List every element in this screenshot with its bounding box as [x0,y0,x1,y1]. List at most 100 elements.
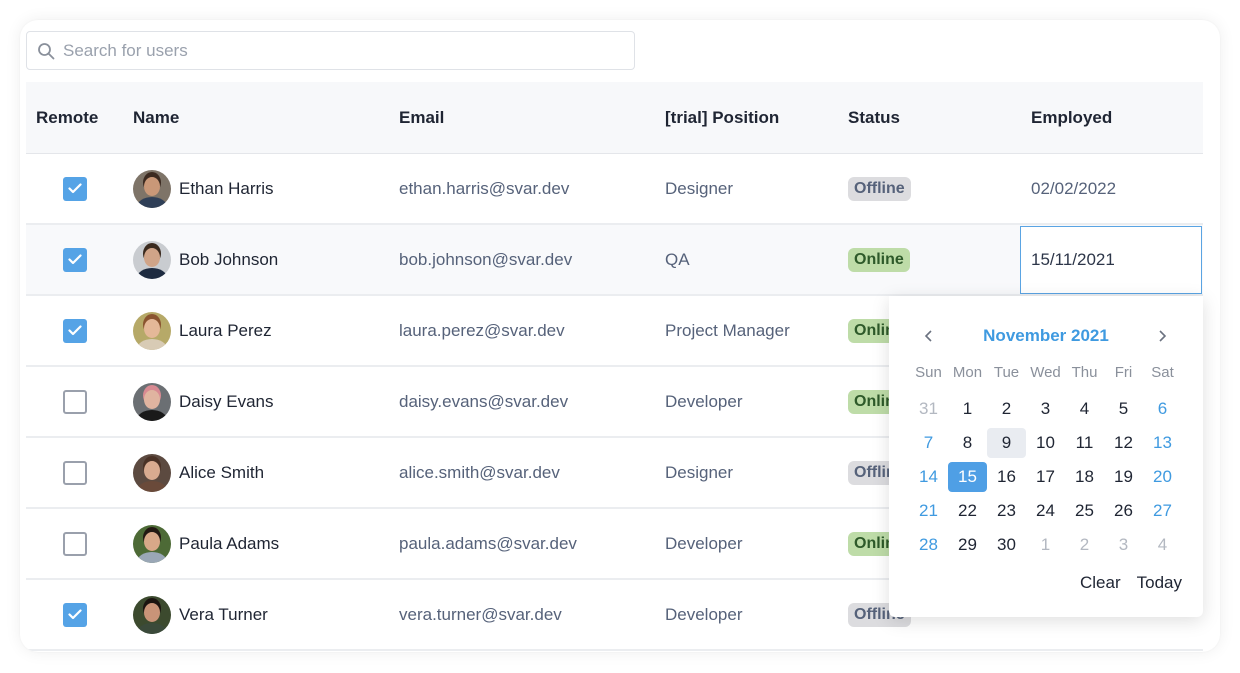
weekday-label: Fri [1114,364,1133,381]
calendar-day[interactable]: 25 [1065,496,1104,526]
cell-name[interactable]: Ethan Harris [123,154,389,223]
calendar-day[interactable]: 19 [1104,462,1143,492]
user-name: Bob Johnson [179,249,279,269]
calendar-day[interactable]: 17 [1026,462,1065,492]
cell-remote [26,296,123,365]
calendar-day[interactable]: 27 [1143,496,1182,526]
cell-email[interactable]: ethan.harris@svar.dev [389,154,655,223]
calendar-day[interactable]: 21 [909,496,948,526]
avatar [133,382,171,421]
weekday-label: Mon [952,364,983,381]
cell-status[interactable]: Offline [838,154,1021,223]
calendar-day[interactable]: 5 [1104,394,1143,424]
date-editor-input[interactable]: 15/11/2021 [1020,226,1202,294]
cell-remote [26,225,123,294]
cell-position[interactable]: Developer [655,509,838,578]
calendar-day[interactable]: 20 [1143,462,1182,492]
calendar-day[interactable]: 3 [1026,394,1065,424]
calendar-day[interactable]: 2 [1065,530,1104,560]
cell-position[interactable]: QA [655,225,838,294]
column-header-status[interactable]: Status [838,82,1021,153]
table-row[interactable]: Bob Johnson bob.johnson@svar.dev QA Onli… [26,225,1203,296]
chevron-right-icon[interactable] [1147,321,1177,351]
calendar-days: 31 1 2 3 4 5 6 7 8 9 10 11 12 13 14 15 16 17 18 19 20 21 22 23 2… [909,392,1182,562]
remote-checkbox[interactable] [62,602,87,627]
cell-name[interactable]: Paula Adams [123,509,389,578]
avatar [133,595,171,634]
date-picker-popup: November 2021 Sun Mon Tue Wed Thu Fri Sat 31 1 2… [889,296,1203,617]
cell-name[interactable]: Vera Turner [123,580,389,649]
cell-email[interactable]: bob.johnson@svar.dev [389,225,655,294]
checkmark-icon [67,254,82,265]
calendar-day[interactable]: 4 [1065,394,1104,424]
calendar-day[interactable]: 29 [948,530,987,560]
clear-button[interactable]: Clear [1080,573,1121,593]
remote-checkbox[interactable] [62,247,87,272]
remote-checkbox[interactable] [62,531,87,556]
calendar-day[interactable]: 1 [948,394,987,424]
cell-email[interactable]: paula.adams@svar.dev [389,509,655,578]
calendar-day[interactable]: 10 [1026,428,1065,458]
calendar-day[interactable]: 8 [948,428,987,458]
calendar-day[interactable]: 11 [1065,428,1104,458]
column-header-name[interactable]: Name [123,82,389,153]
calendar-day[interactable]: 4 [1143,530,1182,560]
cell-name[interactable]: Bob Johnson [123,225,389,294]
column-header-employed[interactable]: Employed [1021,82,1203,153]
calendar-day[interactable]: 6 [1143,394,1182,424]
cell-status[interactable]: Online [838,225,1021,294]
checkmark-icon [67,325,82,336]
cell-position[interactable]: Developer [655,580,838,649]
weekday-label: Thu [1071,364,1098,381]
calendar-day[interactable]: 30 [987,530,1026,560]
user-name: Ethan Harris [179,178,274,198]
table-row[interactable]: Ethan Harris ethan.harris@svar.dev Desig… [26,154,1203,225]
column-header-email[interactable]: Email [389,82,655,153]
calendar-day[interactable]: 16 [987,462,1026,492]
cell-email[interactable]: daisy.evans@svar.dev [389,367,655,436]
calendar-day[interactable]: 28 [909,530,948,560]
cell-employed[interactable]: 15/11/2021 [1020,225,1203,294]
calendar-day[interactable]: 12 [1104,428,1143,458]
cell-position[interactable]: Project Manager [655,296,838,365]
today-button[interactable]: Today [1137,573,1182,593]
calendar-day[interactable]: 14 [909,462,948,492]
remote-checkbox[interactable] [62,389,87,414]
checkmark-icon [67,609,82,620]
calendar-day[interactable]: 3 [1104,530,1143,560]
column-header-remote[interactable]: Remote [26,82,123,153]
column-header-position[interactable]: [trial] Position [655,82,838,153]
cell-name[interactable]: Daisy Evans [123,367,389,436]
calendar-day[interactable]: 31 [909,394,948,424]
calendar-day[interactable]: 9 [987,428,1026,458]
calendar-day[interactable]: 1 [1026,530,1065,560]
calendar-day[interactable]: 18 [1065,462,1104,492]
calendar-day[interactable]: 22 [948,496,987,526]
calendar-day[interactable]: 23 [987,496,1026,526]
cell-remote [26,438,123,507]
cell-position[interactable]: Developer [655,367,838,436]
avatar [133,240,171,279]
search-input[interactable] [63,32,634,69]
calendar-header: November 2021 [889,320,1203,352]
search-box[interactable] [26,31,635,70]
remote-checkbox[interactable] [62,176,87,201]
cell-email[interactable]: alice.smith@svar.dev [389,438,655,507]
calendar-day[interactable]: 2 [987,394,1026,424]
calendar-day[interactable]: 15 [948,462,987,492]
cell-position[interactable]: Designer [655,154,838,223]
remote-checkbox[interactable] [62,318,87,343]
calendar-day[interactable]: 13 [1143,428,1182,458]
cell-name[interactable]: Alice Smith [123,438,389,507]
calendar-day[interactable]: 26 [1104,496,1143,526]
weekday-label: Tue [993,364,1020,381]
cell-position[interactable]: Designer [655,438,838,507]
cell-email[interactable]: laura.perez@svar.dev [389,296,655,365]
calendar-day[interactable]: 7 [909,428,948,458]
remote-checkbox[interactable] [62,460,87,485]
cell-name[interactable]: Laura Perez [123,296,389,365]
weekday-label: Wed [1030,364,1061,381]
calendar-day[interactable]: 24 [1026,496,1065,526]
cell-email[interactable]: vera.turner@svar.dev [389,580,655,649]
cell-employed[interactable]: 02/02/2022 [1021,154,1203,223]
